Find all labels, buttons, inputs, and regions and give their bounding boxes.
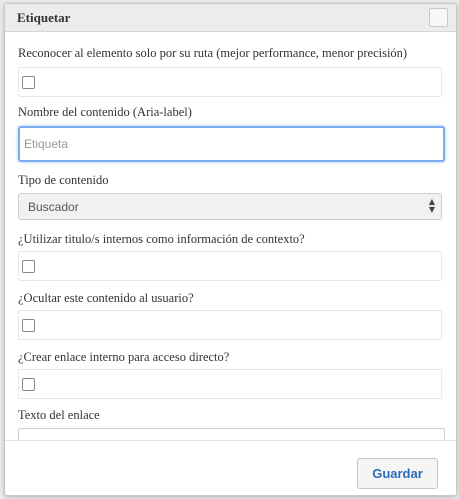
route-only-checkbox[interactable] — [22, 76, 35, 89]
save-button[interactable]: Guardar — [357, 458, 438, 489]
aria-label-label: Nombre del contenido (Aria-label) — [18, 105, 192, 119]
dialog-body: Reconocer al elemento solo por su ruta (… — [5, 32, 456, 440]
link-text-input[interactable] — [18, 428, 445, 440]
hide-content-label: ¿Ocultar este contenido al usuario? — [18, 291, 194, 305]
content-type-select[interactable]: Buscador ▲ ▼ — [18, 193, 442, 220]
content-type-label: Tipo de contenido — [18, 173, 109, 187]
label-dialog: Etiquetar Reconocer al elemento solo por… — [4, 3, 457, 496]
link-text-label: Texto del enlace — [18, 408, 100, 422]
route-only-row — [18, 67, 442, 97]
hide-content-row — [18, 310, 442, 340]
route-only-label: Reconocer al elemento solo por su ruta (… — [18, 46, 408, 60]
use-titles-row — [18, 251, 442, 281]
internal-link-checkbox[interactable] — [22, 378, 35, 391]
content-type-value: Buscador — [28, 200, 79, 214]
dialog-titlebar: Etiquetar — [5, 4, 456, 32]
hide-content-checkbox[interactable] — [22, 319, 35, 332]
internal-link-row — [18, 369, 442, 399]
chevron-up-down-icon: ▲ ▼ — [428, 197, 435, 214]
dialog-title: Etiquetar — [17, 10, 71, 25]
internal-link-label: ¿Crear enlace interno para acceso direct… — [18, 350, 230, 364]
aria-label-input[interactable] — [18, 126, 445, 162]
dialog-footer: Guardar — [5, 440, 456, 495]
use-titles-label: ¿Utilizar titulo/s internos como informa… — [18, 232, 305, 246]
use-titles-checkbox[interactable] — [22, 260, 35, 273]
close-button[interactable] — [429, 8, 448, 27]
